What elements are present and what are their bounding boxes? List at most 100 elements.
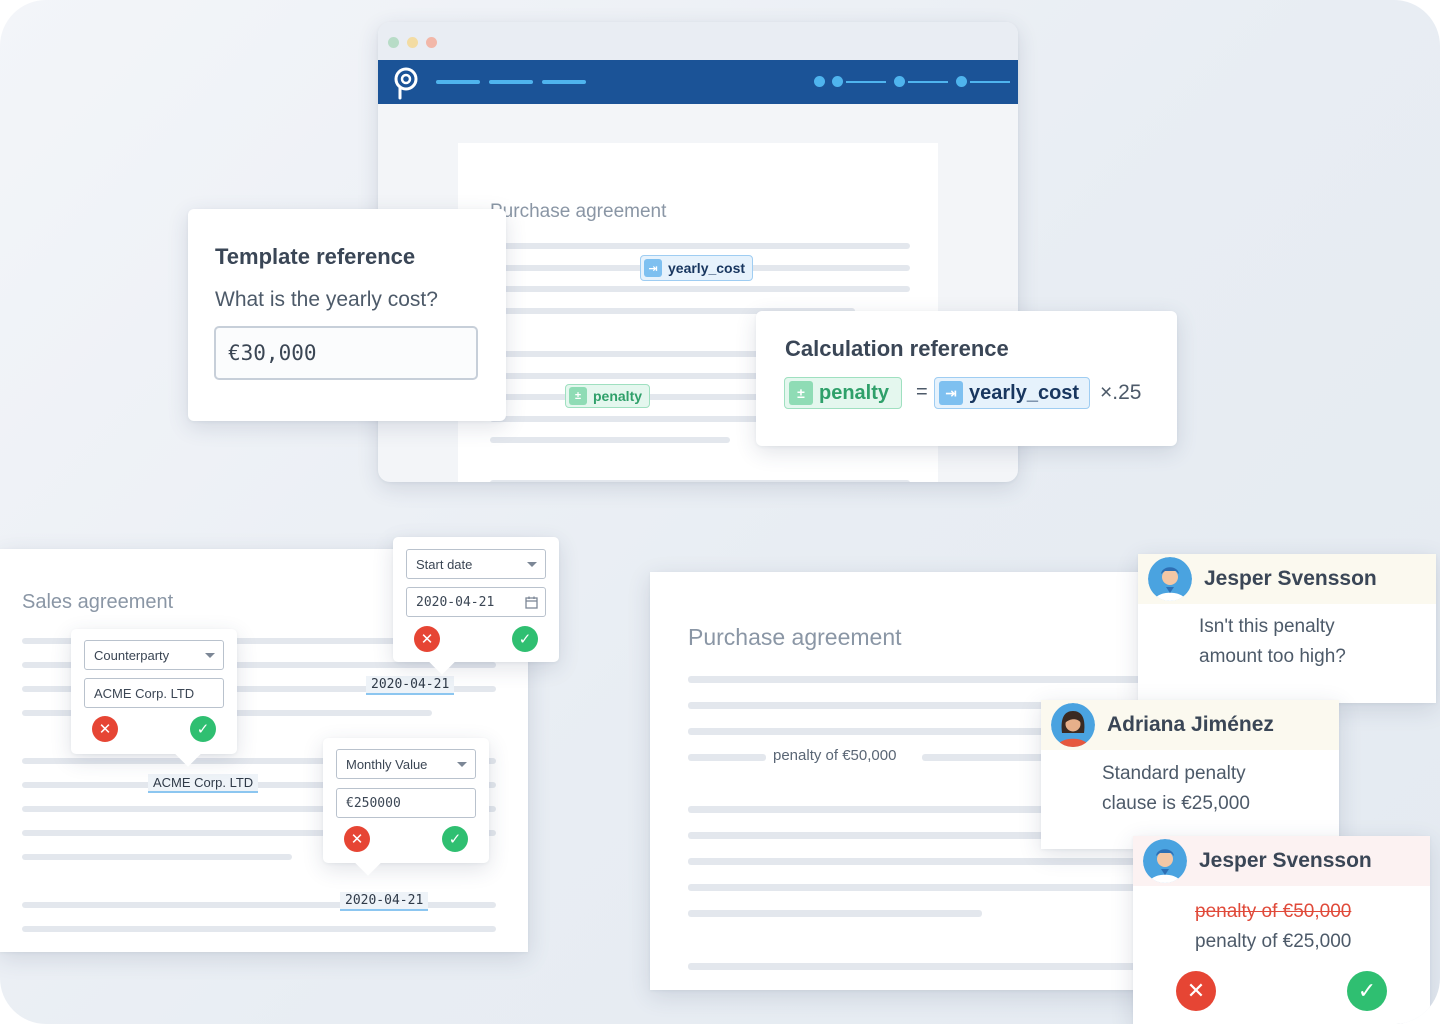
monthly-value-popover: Monthly Value €250000 ✕ ✓	[323, 738, 489, 876]
text-line	[490, 437, 730, 443]
yearly-cost-input[interactable]: €30,000	[214, 326, 478, 380]
accept-suggestion-button[interactable]: ✓	[1347, 971, 1387, 1011]
counterparty-select[interactable]: Counterparty	[84, 640, 224, 670]
comment-author: Jesper Svensson	[1199, 849, 1372, 872]
reference-icon: ⇥	[939, 381, 963, 405]
comment-text-line: clause is €25,000	[1102, 793, 1250, 814]
comment-card: Jesper Svensson Isn't this penalty amoun…	[1138, 554, 1436, 703]
monthly-field-tag[interactable]: 2020-04-21	[340, 892, 429, 911]
avatar	[1051, 703, 1095, 747]
text-line	[22, 854, 292, 860]
suggestion-card: Jesper Svensson penalty of €50,000 penal…	[1133, 836, 1430, 1024]
removed-text: penalty of €50,000	[1195, 901, 1352, 922]
monthly-value-input[interactable]: €250000	[336, 788, 476, 818]
reject-button[interactable]: ✕	[344, 826, 370, 852]
comment-header: Adriana Jiménez	[1041, 700, 1339, 750]
chip-label: penalty	[593, 388, 643, 404]
start-date-field-tag[interactable]: 2020-04-21	[366, 676, 455, 695]
close-icon: ✕	[350, 830, 364, 848]
text-line	[688, 858, 1158, 865]
window-chrome	[378, 22, 1018, 60]
select-label: Start date	[416, 556, 473, 572]
start-date-input[interactable]: 2020-04-21	[406, 587, 546, 617]
comment-text: Standard penalty clause is €25,000	[1102, 759, 1250, 819]
comment-text-line: Isn't this penalty	[1199, 616, 1335, 637]
reference-icon: ⇥	[644, 259, 662, 277]
multiplier-text: ×.25	[1100, 381, 1142, 404]
reject-button[interactable]: ✕	[92, 716, 118, 742]
text-line	[688, 754, 766, 761]
nav-link-1[interactable]	[436, 80, 480, 84]
check-icon: ✓	[1357, 978, 1377, 1003]
illustration-canvas: Purchase agreement ⇥ yearly_cost ± penal…	[0, 0, 1440, 1024]
avatar	[1143, 839, 1187, 883]
close-icon: ✕	[420, 630, 434, 648]
comment-card: Adriana Jiménez Standard penalty clause …	[1041, 700, 1339, 849]
reject-suggestion-button[interactable]: ✕	[1176, 971, 1216, 1011]
page-title: Purchase agreement	[688, 624, 902, 650]
text-line	[688, 963, 1158, 970]
reject-button[interactable]: ✕	[414, 626, 440, 652]
check-icon: ✓	[448, 830, 462, 848]
input-value: €250000	[346, 795, 401, 811]
accept-button[interactable]: ✓	[512, 626, 538, 652]
progress-connector	[970, 81, 1010, 83]
monthly-value-select[interactable]: Monthly Value	[336, 749, 476, 779]
chip-label: yearly_cost	[969, 381, 1080, 404]
close-icon: ✕	[1186, 978, 1206, 1003]
window-dot-green	[388, 37, 399, 48]
dropdown-caret-icon	[457, 762, 467, 767]
counterparty-field-tag[interactable]: ACME Corp. LTD	[148, 774, 259, 793]
input-value: €30,000	[228, 341, 317, 365]
equals-sign: =	[916, 381, 928, 403]
accept-button[interactable]: ✓	[442, 826, 468, 852]
check-icon: ✓	[518, 630, 532, 648]
progress-step-4	[956, 76, 967, 87]
text-line	[490, 480, 910, 482]
app-logo-icon	[394, 67, 418, 100]
check-icon: ✓	[196, 720, 210, 738]
input-value: 2020-04-21	[416, 594, 495, 610]
chip-label: yearly_cost	[668, 260, 746, 276]
counterparty-popover: Counterparty ACME Corp. LTD ✕ ✓	[71, 629, 237, 767]
user-avatar-icon	[1143, 839, 1187, 883]
penalty-calculation-chip[interactable]: ± penalty	[565, 384, 651, 408]
comment-author: Adriana Jiménez	[1107, 713, 1274, 736]
yearly-cost-field-chip[interactable]: ⇥ yearly_cost	[934, 377, 1091, 409]
template-reference-card: Template reference What is the yearly co…	[188, 209, 506, 421]
window-dot-yellow	[407, 37, 418, 48]
penalty-field-chip[interactable]: ± penalty	[784, 377, 903, 409]
comment-author: Jesper Svensson	[1204, 567, 1377, 590]
page-title: Sales agreement	[22, 591, 174, 613]
accept-button[interactable]: ✓	[190, 716, 216, 742]
user-avatar-icon	[1148, 557, 1192, 601]
calculator-icon: ±	[569, 387, 587, 405]
start-date-select[interactable]: Start date	[406, 549, 546, 579]
calendar-icon[interactable]	[525, 596, 538, 609]
select-label: Monthly Value	[346, 756, 428, 772]
comment-text-line: Standard penalty	[1102, 763, 1246, 784]
progress-step-1	[814, 76, 825, 87]
text-line	[22, 926, 496, 932]
dropdown-caret-icon	[527, 562, 537, 567]
card-title: Calculation reference	[785, 336, 1009, 361]
chip-label: penalty	[819, 381, 890, 404]
inline-penalty-text[interactable]: penalty of €50,000	[773, 747, 896, 764]
nav-link-2[interactable]	[489, 80, 533, 84]
start-date-popover: Start date 2020-04-21 ✕ ✓	[393, 537, 559, 675]
text-line	[688, 676, 1158, 683]
progress-connector	[908, 81, 948, 83]
yearly-cost-reference-chip[interactable]: ⇥ yearly_cost	[640, 255, 754, 281]
input-value: ACME Corp. LTD	[94, 685, 195, 701]
progress-step-3	[894, 76, 905, 87]
question-label: What is the yearly cost?	[215, 288, 438, 311]
calculation-reference-card: Calculation reference ± penalty = ⇥ year…	[756, 311, 1177, 446]
counterparty-input[interactable]: ACME Corp. LTD	[84, 678, 224, 708]
nav-link-3[interactable]	[542, 80, 586, 84]
text-line	[490, 243, 910, 249]
text-line	[490, 286, 910, 292]
comment-text-line: amount too high?	[1199, 646, 1346, 667]
comment-header: Jesper Svensson	[1138, 554, 1436, 604]
page-title: Purchase agreement	[490, 201, 667, 222]
comment-header: Jesper Svensson	[1133, 836, 1430, 886]
